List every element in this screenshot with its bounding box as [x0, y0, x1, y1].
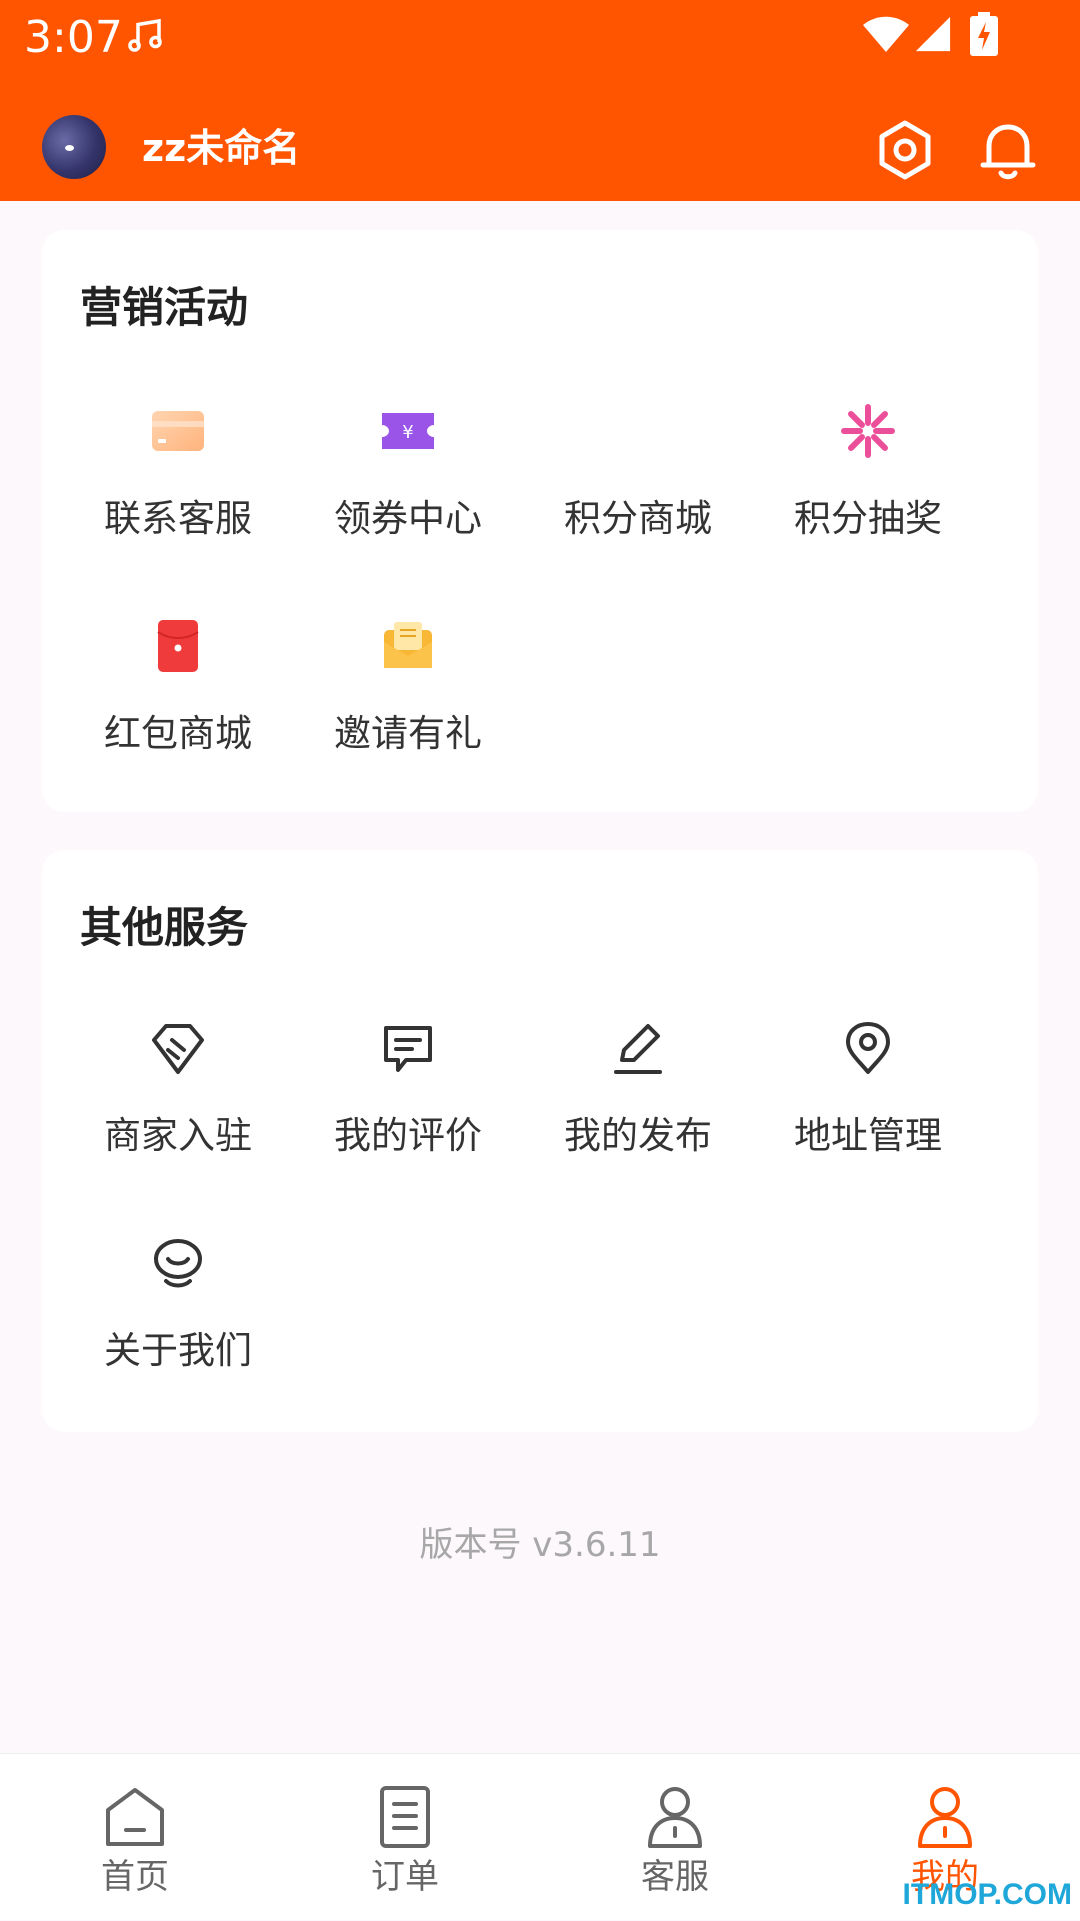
tab-label: 首页: [101, 1857, 169, 1897]
grid-item-contact-service[interactable]: 联系客服: [63, 403, 293, 583]
status-time: 3:07: [24, 12, 123, 63]
invite-envelope-icon: [384, 622, 432, 668]
watermark: ITMOP.COM: [902, 1878, 1072, 1911]
grid-item-label: 我的评价: [334, 1114, 482, 1157]
marketing-card: 营销活动 联系客服 ¥ 领券中心 积分商城 积分抽奖 红包商城 邀请有礼: [42, 230, 1038, 812]
customer-service-icon: [648, 1787, 702, 1848]
notification-bell-icon[interactable]: [973, 115, 1043, 185]
music-note-icon: [128, 18, 162, 52]
grid-item-my-reviews[interactable]: 我的评价: [293, 1020, 523, 1200]
tab-home[interactable]: 首页: [0, 1754, 270, 1921]
grid-item-label: 关于我们: [104, 1329, 252, 1372]
grid-item-label: 红包商城: [104, 712, 252, 755]
section-title-marketing: 营销活动: [80, 283, 249, 332]
profile-icon: [918, 1787, 972, 1848]
grid-item-label: 联系客服: [104, 497, 252, 540]
location-icon: [846, 1022, 890, 1074]
version-text: 版本号 v3.6.11: [419, 1525, 661, 1565]
card-icon: [152, 411, 204, 451]
grid-item-points-store[interactable]: 积分商城: [523, 403, 753, 583]
svg-text:¥: ¥: [402, 422, 413, 443]
pinwheel-icon: [841, 404, 895, 458]
grid-item-label: 商家入驻: [104, 1114, 252, 1157]
battery-charging-icon: [970, 12, 998, 56]
order-icon: [380, 1786, 430, 1848]
grid-item-my-posts[interactable]: 我的发布: [523, 1020, 753, 1200]
tab-orders[interactable]: 订单: [270, 1754, 540, 1921]
coupon-icon: ¥: [382, 413, 434, 449]
section-title-services: 其他服务: [80, 903, 249, 952]
grid-item-label: 领券中心: [334, 497, 482, 540]
edit-icon: [614, 1024, 662, 1074]
grid-item-red-packet-store[interactable]: 红包商城: [63, 618, 293, 798]
store-icon: [610, 403, 666, 459]
wifi-icon: [863, 16, 909, 52]
grid-item-label: 积分抽奖: [794, 497, 942, 540]
settings-hexagon-icon[interactable]: [870, 115, 940, 185]
home-icon: [106, 1788, 164, 1846]
grid-item-points-lottery[interactable]: 积分抽奖: [753, 403, 983, 583]
comment-icon: [384, 1026, 432, 1072]
grid-item-invite-gift[interactable]: 邀请有礼: [293, 618, 523, 798]
signal-icon: [915, 16, 951, 52]
username[interactable]: zz未命名: [142, 122, 300, 174]
grid-item-label: 地址管理: [794, 1114, 942, 1157]
grid-item-label: 我的发布: [564, 1114, 712, 1157]
profile-header: 3:07 zz未命名: [0, 0, 1080, 201]
merchant-icon: [152, 1024, 204, 1074]
grid-item-merchant-join[interactable]: 商家入驻: [63, 1020, 293, 1200]
about-icon: [154, 1239, 202, 1288]
tab-customer-service[interactable]: 客服: [540, 1754, 810, 1921]
tab-label: 订单: [371, 1857, 439, 1897]
grid-item-label: 邀请有礼: [334, 712, 482, 755]
grid-item-about-us[interactable]: 关于我们: [63, 1235, 293, 1415]
red-packet-icon: [157, 620, 199, 672]
services-card: 其他服务 商家入驻 我的评价 我的发布 地址管理 关于我们: [42, 850, 1038, 1432]
avatar[interactable]: [42, 115, 106, 179]
grid-item-label: 积分商城: [564, 497, 712, 540]
grid-item-address-management[interactable]: 地址管理: [753, 1020, 983, 1200]
tab-label: 客服: [641, 1857, 709, 1897]
grid-item-coupon-center[interactable]: ¥ 领券中心: [293, 403, 523, 583]
